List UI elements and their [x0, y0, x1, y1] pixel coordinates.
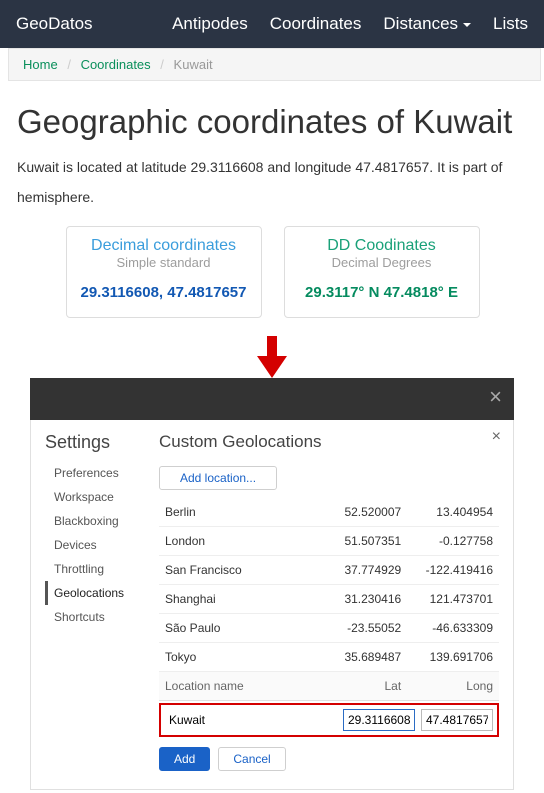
page-title: Geographic coordinates of Kuwait — [17, 103, 528, 141]
table-row[interactable]: San Francisco37.774929-122.419416 — [159, 556, 499, 585]
settings-main: Custom Geolocations Add location... Berl… — [159, 432, 499, 771]
cell-lon: 13.404954 — [407, 498, 499, 527]
cell-name: Berlin — [159, 498, 315, 527]
dd-value: 29.3117° N 47.4818° E — [295, 284, 469, 301]
settings-heading: Settings — [45, 432, 137, 453]
settings-panel: × Settings PreferencesWorkspaceBlackboxi… — [30, 420, 514, 790]
table-row[interactable]: São Paulo-23.55052-46.633309 — [159, 614, 499, 643]
coord-boxes: Decimal coordinates Simple standard 29.3… — [17, 226, 528, 318]
top-nav: GeoDatos Antipodes Coordinates Distances… — [0, 0, 544, 48]
col-lat: Lat — [315, 672, 407, 701]
table-row[interactable]: Berlin52.52000713.404954 — [159, 498, 499, 527]
breadcrumb-sep: / — [160, 57, 164, 72]
close-icon[interactable]: × — [489, 386, 502, 408]
new-location-name-input[interactable] — [165, 710, 337, 730]
sidebar-item-workspace[interactable]: Workspace — [45, 485, 137, 509]
sidebar-item-blackboxing[interactable]: Blackboxing — [45, 509, 137, 533]
dd-box: DD Coodinates Decimal Degrees 29.3117° N… — [284, 226, 480, 318]
cell-lat: 37.774929 — [315, 556, 407, 585]
breadcrumb: Home / Coordinates / Kuwait — [8, 48, 541, 81]
cell-name: Tokyo — [159, 643, 315, 672]
cell-name: São Paulo — [159, 614, 315, 643]
breadcrumb-home[interactable]: Home — [23, 57, 58, 72]
cell-lon: 121.473701 — [407, 585, 499, 614]
article-line2: hemisphere. — [17, 187, 528, 209]
breadcrumb-sep: / — [67, 57, 71, 72]
panel-close-icon[interactable]: × — [492, 428, 501, 446]
cell-name: Shanghai — [159, 585, 315, 614]
table-row[interactable]: Shanghai31.230416121.473701 — [159, 585, 499, 614]
new-location-lat-input[interactable] — [343, 709, 415, 731]
sidebar-item-throttling[interactable]: Throttling — [45, 557, 137, 581]
cell-lat: -23.55052 — [315, 614, 407, 643]
nav-lists[interactable]: Lists — [493, 14, 528, 34]
add-button[interactable]: Add — [159, 747, 210, 771]
cancel-button[interactable]: Cancel — [218, 747, 285, 771]
cell-lon: -46.633309 — [407, 614, 499, 643]
cell-lat: 52.520007 — [315, 498, 407, 527]
sidebar-item-preferences[interactable]: Preferences — [45, 461, 137, 485]
brand-logo[interactable]: GeoDatos — [16, 14, 93, 34]
nav-coordinates[interactable]: Coordinates — [270, 14, 362, 34]
decimal-value: 29.3116608, 47.4817657 — [77, 284, 251, 301]
table-row[interactable]: Tokyo35.689487139.691706 — [159, 643, 499, 672]
cell-name: San Francisco — [159, 556, 315, 585]
devtools-titlebar: × — [30, 378, 514, 420]
nav-antipodes[interactable]: Antipodes — [172, 14, 248, 34]
cell-lat: 35.689487 — [315, 643, 407, 672]
breadcrumb-coordinates[interactable]: Coordinates — [81, 57, 151, 72]
col-lon: Long — [407, 672, 499, 701]
cell-lat: 31.230416 — [315, 585, 407, 614]
breadcrumb-current: Kuwait — [174, 57, 213, 72]
nav-distances[interactable]: Distances — [383, 14, 471, 34]
table-row[interactable]: London51.507351-0.127758 — [159, 527, 499, 556]
dd-title: DD Coodinates — [295, 237, 469, 255]
add-location-button[interactable]: Add location... — [159, 466, 277, 490]
sidebar-item-devices[interactable]: Devices — [45, 533, 137, 557]
cell-lon: 139.691706 — [407, 643, 499, 672]
dialog-buttons: Add Cancel — [159, 747, 499, 771]
decimal-box: Decimal coordinates Simple standard 29.3… — [66, 226, 262, 318]
new-location-row — [159, 703, 499, 737]
article-body: Geographic coordinates of Kuwait Kuwait … — [0, 103, 544, 318]
dd-sub: Decimal Degrees — [295, 255, 469, 270]
sidebar-item-geolocations[interactable]: Geolocations — [45, 581, 137, 605]
decimal-title: Decimal coordinates — [77, 237, 251, 255]
cell-name: London — [159, 527, 315, 556]
panel-title: Custom Geolocations — [159, 432, 499, 452]
new-location-lon-input[interactable] — [421, 709, 493, 731]
decimal-sub: Simple standard — [77, 255, 251, 270]
arrow-icon — [0, 336, 544, 378]
locations-table: Berlin52.52000713.404954London51.507351-… — [159, 498, 499, 701]
article-line1: Kuwait is located at latitude 29.3116608… — [17, 157, 528, 179]
sidebar-item-shortcuts[interactable]: Shortcuts — [45, 605, 137, 629]
cell-lat: 51.507351 — [315, 527, 407, 556]
cell-lon: -0.127758 — [407, 527, 499, 556]
settings-sidebar: Settings PreferencesWorkspaceBlackboxing… — [45, 432, 137, 771]
cell-lon: -122.419416 — [407, 556, 499, 585]
col-name: Location name — [159, 672, 315, 701]
nav-links: Antipodes Coordinates Distances Lists — [172, 14, 528, 34]
